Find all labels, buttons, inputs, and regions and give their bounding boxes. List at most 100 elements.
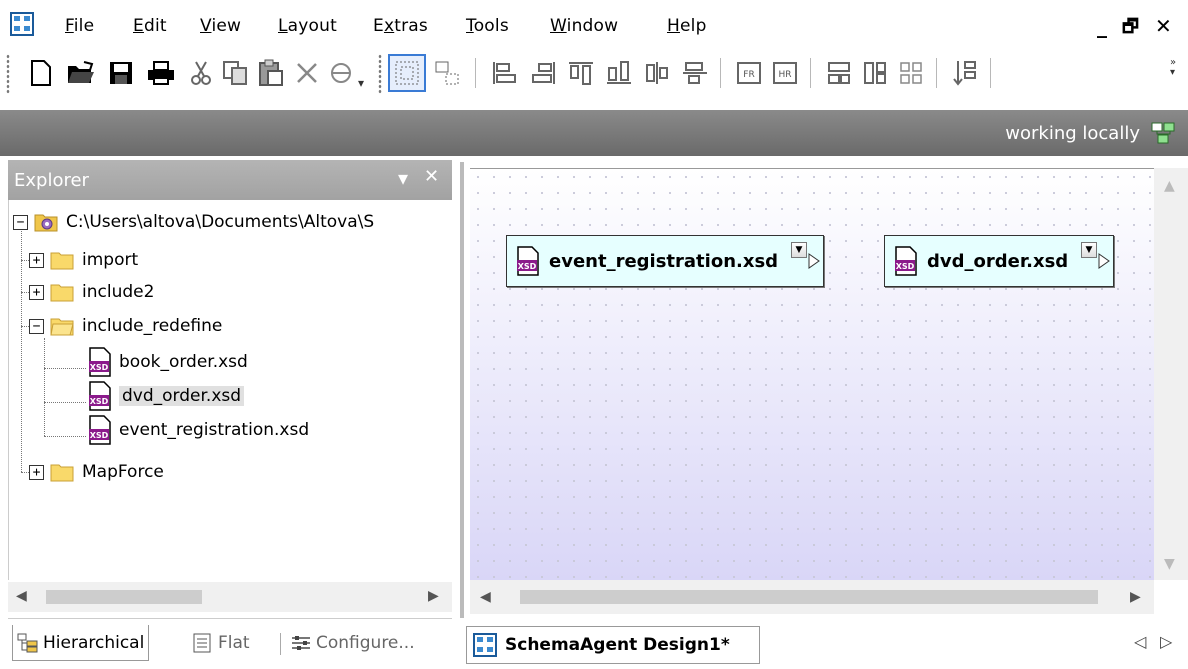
xsd-file-icon: XSD bbox=[89, 415, 111, 445]
scroll-thumb[interactable] bbox=[46, 590, 202, 604]
center-horizontal-icon[interactable] bbox=[638, 54, 676, 92]
fit-height-icon[interactable]: HR bbox=[766, 54, 804, 92]
menu-window[interactable]: Window bbox=[550, 16, 618, 36]
toolbar-more-icon[interactable]: » ▾ bbox=[1170, 58, 1176, 78]
menu-tools[interactable]: Tools bbox=[466, 16, 509, 36]
scroll-thumb[interactable] bbox=[520, 590, 1098, 604]
align-top-icon[interactable] bbox=[562, 54, 600, 92]
design-file-icon bbox=[473, 633, 497, 657]
tree-root[interactable]: − C:\Users\altova\Documents\Altova\S bbox=[13, 206, 374, 238]
tree-item-event-registration[interactable]: XSD event_registration.xsd bbox=[87, 414, 309, 446]
tree-item-include-redefine[interactable]: − include_redefine bbox=[29, 310, 222, 342]
cut-icon[interactable] bbox=[182, 54, 220, 92]
sort-icon[interactable] bbox=[946, 54, 984, 92]
menu-help[interactable]: Help bbox=[667, 16, 707, 36]
design-canvas[interactable]: XSD event_registration.xsd ▼ XSD dvd_ord… bbox=[470, 168, 1154, 580]
align-right-icon[interactable] bbox=[524, 54, 562, 92]
expand-icon[interactable]: + bbox=[29, 284, 44, 300]
network-icon[interactable] bbox=[1150, 121, 1176, 145]
tab-configure[interactable]: Configure... bbox=[290, 625, 415, 661]
paste-icon[interactable] bbox=[252, 54, 290, 92]
toolbar-overflow-icon[interactable]: ▾ bbox=[358, 76, 364, 90]
tab-next-icon[interactable]: ▷ bbox=[1160, 632, 1172, 651]
new-icon[interactable] bbox=[22, 54, 60, 92]
toolbar-grip[interactable] bbox=[6, 54, 10, 94]
menu-extras[interactable]: Extras bbox=[373, 16, 428, 36]
scroll-down-icon[interactable]: ▼ bbox=[1164, 556, 1175, 572]
scroll-left-icon[interactable]: ◀ bbox=[480, 589, 491, 605]
snap-grid-icon[interactable] bbox=[428, 54, 466, 92]
schema-dropdown-icon[interactable]: ▼ bbox=[1081, 242, 1097, 258]
explorer-panel: Explorer ▾ ✕ − C:\Users\altova\Documents… bbox=[8, 160, 452, 669]
tree-connector bbox=[21, 228, 22, 472]
tree-connector bbox=[21, 326, 29, 327]
expand-icon[interactable]: + bbox=[29, 464, 44, 480]
toolbar-separator bbox=[810, 58, 811, 88]
menu-file[interactable]: File bbox=[65, 16, 94, 36]
schema-connector-icon[interactable] bbox=[1097, 253, 1111, 269]
scroll-right-icon[interactable]: ▶ bbox=[1130, 589, 1141, 605]
xsd-file-icon: XSD bbox=[89, 347, 111, 377]
close-button[interactable]: ✕ bbox=[1155, 14, 1172, 38]
collapse-icon[interactable]: − bbox=[29, 318, 44, 334]
tree-item-label: import bbox=[82, 250, 139, 270]
design-window: XSD event_registration.xsd ▼ XSD dvd_ord… bbox=[460, 162, 1188, 618]
schema-box-event-registration[interactable]: XSD event_registration.xsd ▼ bbox=[506, 235, 824, 287]
menu-layout[interactable]: Layout bbox=[278, 16, 337, 36]
design-vertical-scrollbar[interactable]: ▲ ▼ bbox=[1154, 168, 1188, 580]
minimize-button[interactable]: _ bbox=[1097, 14, 1107, 38]
app-icon[interactable] bbox=[10, 12, 34, 36]
explorer-horizontal-scrollbar[interactable]: ◀ ▶ bbox=[8, 582, 452, 612]
delete-icon[interactable] bbox=[288, 54, 326, 92]
layout-horizontal-icon[interactable] bbox=[856, 54, 894, 92]
tab-schemaagent-design1[interactable]: SchemaAgent Design1* bbox=[466, 626, 760, 664]
toolbar-separator bbox=[936, 58, 937, 88]
tab-prev-icon[interactable]: ◁ bbox=[1134, 632, 1146, 651]
print-icon[interactable] bbox=[142, 54, 180, 92]
tree-item-include2[interactable]: + include2 bbox=[29, 276, 154, 308]
svg-text:XSD: XSD bbox=[896, 262, 915, 271]
tab-hierarchical[interactable]: Hierarchical bbox=[12, 625, 150, 661]
open-icon[interactable] bbox=[62, 54, 100, 92]
explorer-title: Explorer bbox=[14, 170, 89, 191]
toolbar-separator bbox=[475, 58, 476, 88]
restore-button[interactable]: 🗗 bbox=[1122, 14, 1139, 44]
align-left-icon[interactable] bbox=[486, 54, 524, 92]
align-bottom-icon[interactable] bbox=[600, 54, 638, 92]
explorer-header: Explorer ▾ ✕ bbox=[8, 160, 452, 200]
scroll-left-icon[interactable]: ◀ bbox=[16, 588, 27, 604]
explorer-dropdown-icon[interactable]: ▾ bbox=[398, 166, 408, 190]
fit-rows-icon[interactable]: FR bbox=[730, 54, 768, 92]
scroll-right-icon[interactable]: ▶ bbox=[428, 588, 439, 604]
collapse-icon[interactable]: − bbox=[13, 214, 28, 230]
tree-item-mapforce[interactable]: + MapForce bbox=[29, 456, 164, 488]
tree-item-import[interactable]: + import bbox=[29, 244, 138, 276]
tree-item-label: MapForce bbox=[82, 462, 164, 482]
schema-dropdown-icon[interactable]: ▼ bbox=[791, 242, 807, 258]
tab-label: SchemaAgent Design1* bbox=[505, 635, 730, 655]
tab-flat[interactable]: Flat bbox=[192, 625, 250, 661]
layout-vertical-icon[interactable] bbox=[820, 54, 858, 92]
toolbar-grip-2[interactable] bbox=[378, 54, 382, 94]
tab-label: Configure... bbox=[316, 633, 415, 653]
document-tabs: SchemaAgent Design1* ◁ ▷ bbox=[460, 622, 1188, 669]
find-icon[interactable] bbox=[322, 54, 360, 92]
expand-icon[interactable]: + bbox=[29, 252, 44, 268]
schema-connector-icon[interactable] bbox=[807, 253, 821, 269]
schema-box-dvd-order[interactable]: XSD dvd_order.xsd ▼ bbox=[884, 235, 1114, 287]
tree-connector bbox=[44, 436, 86, 437]
save-icon[interactable] bbox=[102, 54, 140, 92]
scroll-up-icon[interactable]: ▲ bbox=[1164, 178, 1175, 194]
design-horizontal-scrollbar[interactable]: ◀ ▶ bbox=[470, 580, 1154, 614]
copy-icon[interactable] bbox=[216, 54, 254, 92]
tree-item-book-order[interactable]: XSD book_order.xsd bbox=[87, 346, 248, 378]
tree-item-label: include2 bbox=[82, 282, 155, 302]
explorer-close-icon[interactable]: ✕ bbox=[424, 166, 439, 187]
layout-grid-icon[interactable] bbox=[892, 54, 930, 92]
tree-item-dvd-order[interactable]: XSD dvd_order.xsd bbox=[87, 380, 245, 412]
menu-edit[interactable]: Edit bbox=[133, 16, 167, 36]
menu-view[interactable]: View bbox=[200, 16, 241, 36]
center-vertical-icon[interactable] bbox=[676, 54, 714, 92]
tree-connector bbox=[21, 292, 29, 293]
grid-icon[interactable] bbox=[388, 54, 426, 92]
